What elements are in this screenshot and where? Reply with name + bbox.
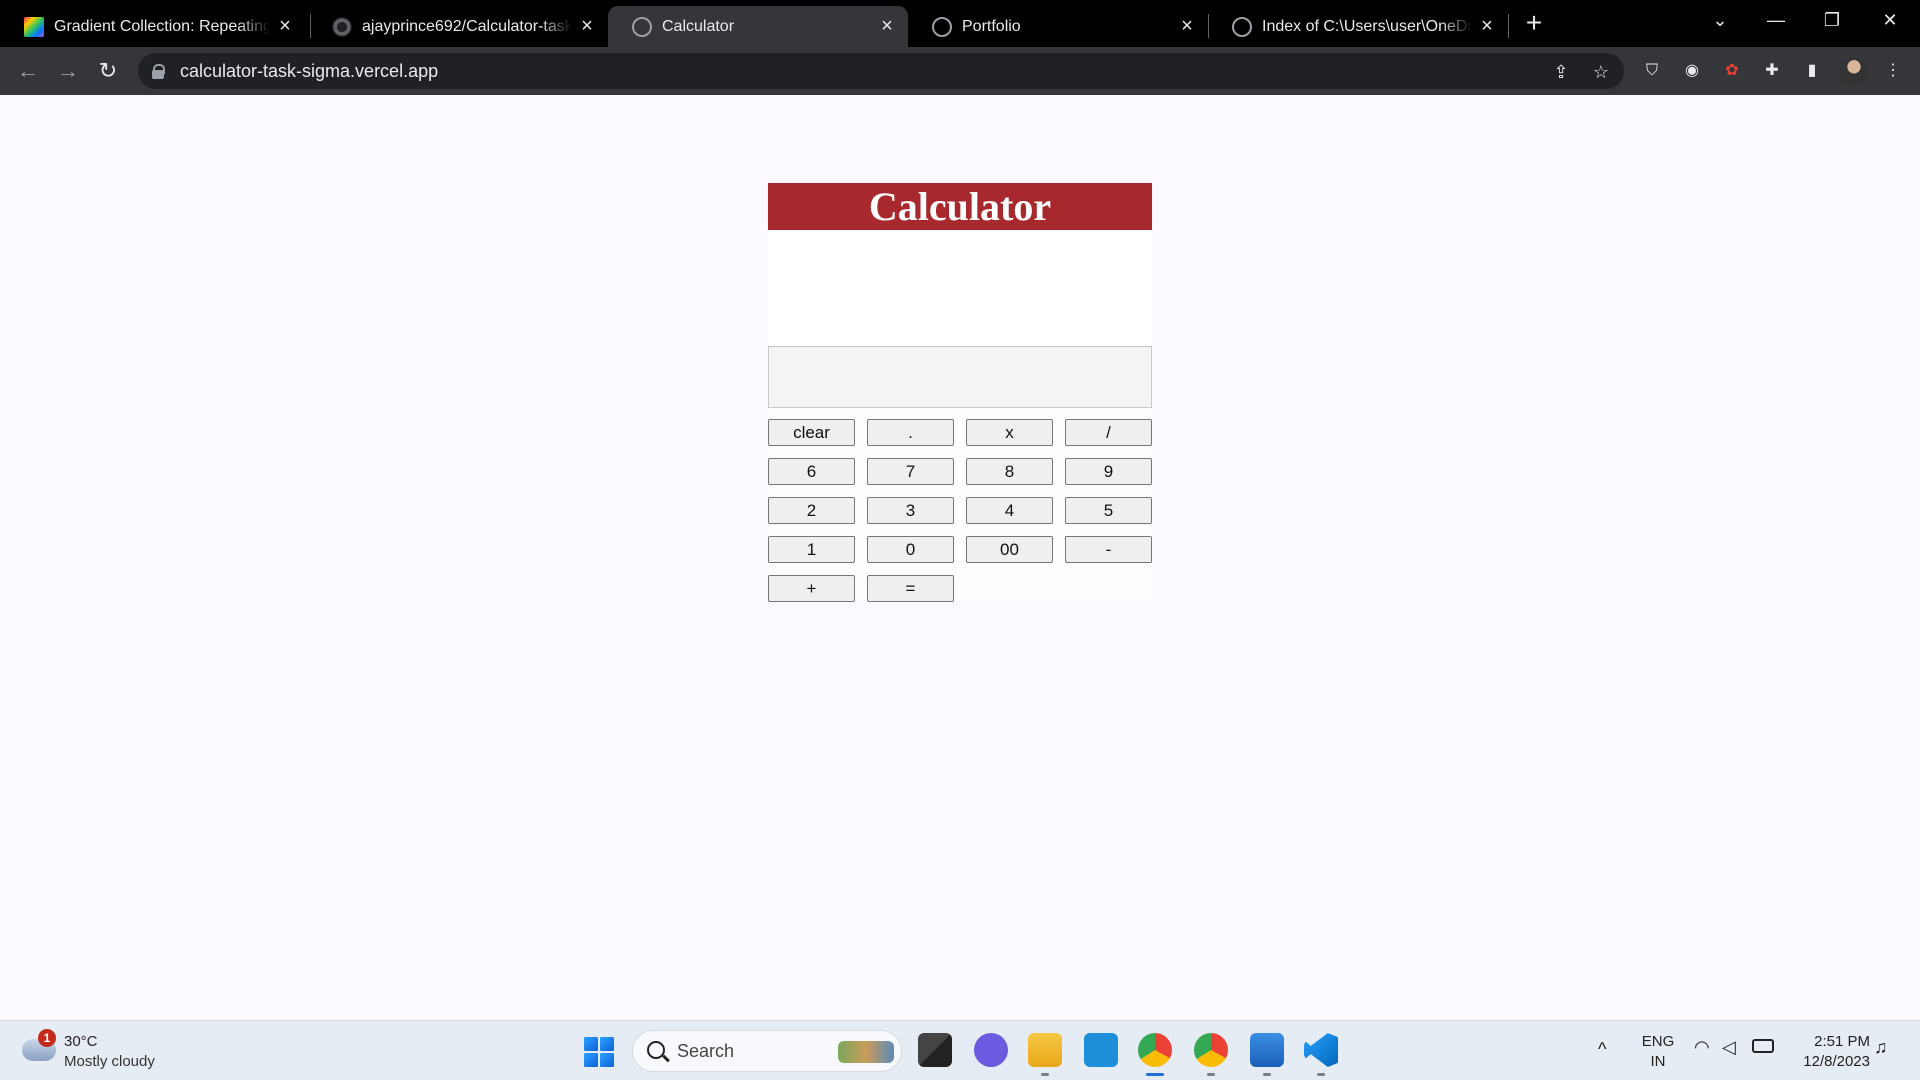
globe-icon <box>1232 16 1252 37</box>
url-text: calculator-task-sigma.vercel.app <box>180 60 439 81</box>
battery-icon[interactable] <box>1752 1039 1774 1053</box>
tab-search-chevron-down-icon[interactable]: ⌄ <box>1700 6 1740 34</box>
active-indicator <box>1146 1073 1164 1076</box>
tab-github-repo[interactable]: ajayprince692/Calculator-task: D × <box>308 6 608 47</box>
add-button[interactable]: + <box>768 575 855 602</box>
search-placeholder: Search <box>677 1041 735 1061</box>
tab-title: Portfolio <box>962 17 1021 35</box>
windows-start-icon[interactable] <box>584 1037 614 1067</box>
calculator-display[interactable] <box>768 346 1152 408</box>
extension-circle-icon[interactable]: ◉ <box>1681 60 1703 82</box>
teams-chat-icon[interactable] <box>974 1033 1008 1067</box>
notification-bell-icon[interactable]: ♫ <box>1874 1037 1888 1058</box>
weather-widget[interactable]: 1 30°C Mostly cloudy <box>22 1029 202 1073</box>
digit-5-button[interactable]: 5 <box>1065 497 1152 524</box>
puzzle-extensions-icon[interactable]: ✚ <box>1761 60 1783 82</box>
digit-4-button[interactable]: 4 <box>966 497 1053 524</box>
address-bar[interactable]: calculator-task-sigma.vercel.app ⇪ ☆ <box>138 53 1624 89</box>
double-zero-button[interactable]: 00 <box>966 536 1053 563</box>
close-icon[interactable]: × <box>1178 15 1196 38</box>
search-highlight-art-icon <box>838 1041 894 1063</box>
tab-title: Calculator <box>662 17 735 35</box>
tab-separator <box>1508 14 1509 38</box>
reload-icon[interactable]: ↻ <box>94 57 122 85</box>
search-icon <box>647 1041 665 1059</box>
share-icon[interactable]: ⇪ <box>1550 61 1572 83</box>
globe-icon <box>932 16 952 37</box>
calculator-output-area <box>768 231 1152 346</box>
color-extension-icon[interactable]: ✿ <box>1721 60 1743 82</box>
lock-icon <box>152 64 165 79</box>
tab-title: Index of C:\Users\user\OneDrive <box>1262 17 1472 35</box>
chevron-up-icon[interactable]: ^ <box>1598 1039 1606 1060</box>
running-indicator <box>1041 1073 1049 1076</box>
weather-temperature: 30°C <box>64 1033 98 1050</box>
volume-icon[interactable]: ◁ <box>1722 1037 1736 1058</box>
chrome-profile-icon[interactable] <box>1194 1033 1228 1067</box>
file-explorer-icon[interactable] <box>1028 1033 1062 1067</box>
running-indicator <box>1207 1073 1215 1076</box>
running-indicator <box>1317 1073 1325 1076</box>
decimal-button[interactable]: . <box>867 419 954 446</box>
wifi-icon[interactable]: ◠ <box>1694 1037 1710 1058</box>
digit-3-button[interactable]: 3 <box>867 497 954 524</box>
task-view-icon[interactable] <box>918 1033 952 1067</box>
clear-button[interactable]: clear <box>768 419 855 446</box>
myhp-icon[interactable] <box>1084 1033 1118 1067</box>
windows-taskbar: 1 30°C Mostly cloudy Search ^ ENG IN ◠ ◁… <box>0 1020 1920 1080</box>
kebab-menu-icon[interactable]: ⋮ <box>1882 60 1904 82</box>
running-indicator <box>1263 1073 1271 1076</box>
calculator-title: Calculator <box>768 183 1152 230</box>
digit-0-button[interactable]: 0 <box>867 536 954 563</box>
vscode-icon[interactable] <box>1304 1033 1338 1067</box>
close-icon[interactable]: × <box>1478 15 1496 38</box>
language-region[interactable]: IN <box>1640 1053 1676 1070</box>
digit-9-button[interactable]: 9 <box>1065 458 1152 485</box>
shield-extension-icon[interactable]: ⛉ <box>1641 60 1663 82</box>
notepad-icon[interactable] <box>1250 1033 1284 1067</box>
gradient-favicon-icon <box>24 16 44 37</box>
back-arrow-icon[interactable]: ← <box>14 57 42 85</box>
digit-8-button[interactable]: 8 <box>966 458 1053 485</box>
github-icon <box>332 16 352 37</box>
bookmark-star-icon[interactable]: ☆ <box>1590 61 1612 83</box>
restore-icon[interactable]: ❐ <box>1812 6 1852 34</box>
side-panel-icon[interactable]: ▮ <box>1801 60 1823 82</box>
close-icon[interactable]: × <box>878 15 896 38</box>
close-icon[interactable]: × <box>276 15 294 38</box>
divide-button[interactable]: / <box>1065 419 1152 446</box>
calculator-container: Calculator clear . x / 6 7 8 9 2 3 4 5 1… <box>768 183 1152 602</box>
globe-icon <box>632 16 652 37</box>
notification-badge: 1 <box>38 1029 56 1047</box>
profile-avatar[interactable] <box>1840 57 1868 85</box>
browser-tab-strip: Gradient Collection: Repeating S × ajayp… <box>0 0 1920 47</box>
chrome-icon[interactable] <box>1138 1033 1172 1067</box>
browser-toolbar: ← → ↻ calculator-task-sigma.vercel.app ⇪… <box>0 47 1920 95</box>
tab-portfolio[interactable]: Portfolio × <box>908 6 1208 47</box>
forward-arrow-icon[interactable]: → <box>54 57 82 85</box>
equals-button[interactable]: = <box>867 575 954 602</box>
weather-condition: Mostly cloudy <box>64 1053 155 1070</box>
subtract-button[interactable]: - <box>1065 536 1152 563</box>
close-icon[interactable]: × <box>578 15 596 38</box>
digit-7-button[interactable]: 7 <box>867 458 954 485</box>
digit-1-button[interactable]: 1 <box>768 536 855 563</box>
tab-calculator[interactable]: Calculator × <box>608 6 908 47</box>
multiply-button[interactable]: x <box>966 419 1053 446</box>
digit-2-button[interactable]: 2 <box>768 497 855 524</box>
tab-index-of-onedrive[interactable]: Index of C:\Users\user\OneDrive × <box>1208 6 1508 47</box>
tab-gradient-collection[interactable]: Gradient Collection: Repeating S × <box>0 6 306 47</box>
taskbar-search-box[interactable]: Search <box>632 1030 902 1072</box>
digit-6-button[interactable]: 6 <box>768 458 855 485</box>
minimize-icon[interactable]: — <box>1756 6 1796 34</box>
tab-title: ajayprince692/Calculator-task: D <box>362 17 572 35</box>
new-tab-button[interactable]: + <box>1520 9 1548 38</box>
clock-date[interactable]: 12/8/2023 <box>1790 1053 1870 1070</box>
close-window-icon[interactable]: ✕ <box>1870 6 1910 34</box>
tab-title: Gradient Collection: Repeating S <box>54 17 270 35</box>
language-code[interactable]: ENG <box>1640 1033 1676 1050</box>
clock-time[interactable]: 2:51 PM <box>1790 1033 1870 1050</box>
